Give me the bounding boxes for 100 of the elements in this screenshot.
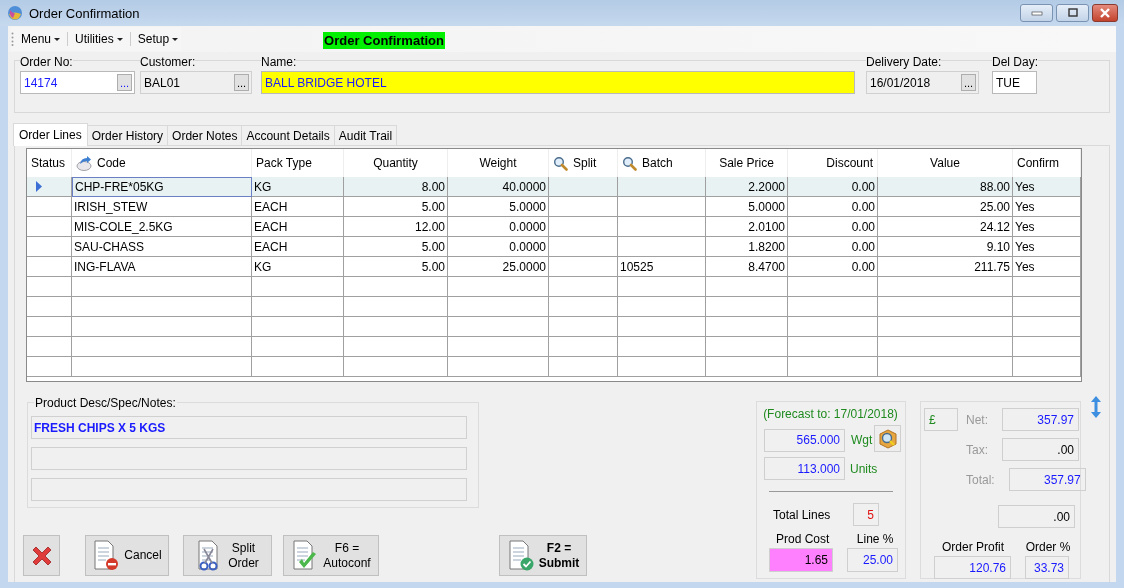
table-cell: 9.10	[878, 237, 1013, 257]
order-percent-field: 33.73	[1025, 556, 1069, 579]
document-icon	[506, 539, 535, 572]
total-label: Total:	[966, 472, 995, 487]
notes-field[interactable]	[31, 447, 467, 470]
input-field[interactable]: BALL BRIDGE HOTEL	[261, 71, 855, 94]
search-icon	[622, 155, 637, 171]
table-cell: 5.00	[344, 257, 448, 277]
weight-field: 565.000	[764, 428, 845, 452]
input-field[interactable]: TUE	[992, 71, 1037, 94]
total-lines-label: Total Lines	[773, 507, 832, 522]
table-cell	[549, 357, 618, 377]
browse-button[interactable]: ...	[117, 74, 132, 91]
table-cell: 0.00	[788, 197, 878, 217]
table-cell: 40.0000	[448, 177, 549, 197]
table-cell: CHP-FRE*05KG	[72, 177, 252, 197]
table-cell	[1013, 357, 1081, 377]
grip-icon	[11, 32, 14, 46]
table-cell: EACH	[252, 217, 344, 237]
extra-total-field: .00	[998, 505, 1075, 528]
tax-label: Tax:	[966, 442, 988, 457]
table-cell: Yes	[1013, 237, 1081, 257]
field-label: Del Day:	[992, 55, 1038, 70]
table-cell: 10525	[618, 257, 706, 277]
table-cell: 8.00	[344, 177, 448, 197]
table-cell	[549, 237, 618, 257]
table-cell: 25.00	[878, 197, 1013, 217]
table-cell: Yes	[1013, 217, 1081, 237]
table-cell: ING-FLAVA	[72, 257, 252, 277]
table-cell: 2.0100	[706, 217, 788, 237]
notes-field[interactable]	[31, 478, 467, 501]
table-cell: SAU-CHASS	[72, 237, 252, 257]
table-cell: 2.2000	[706, 177, 788, 197]
tab[interactable]: Order Lines	[13, 123, 88, 146]
table-cell: 88.00	[878, 177, 1013, 197]
order-percent-label: Order %	[1025, 540, 1071, 554]
close-button[interactable]	[1092, 4, 1118, 22]
menu-item[interactable]: Setup	[134, 32, 182, 46]
forecast-caption: (Forecast to: 17/01/2018)	[762, 407, 899, 421]
table-cell: 25.0000	[448, 257, 549, 277]
table-cell: 5.0000	[448, 197, 549, 217]
table-cell: 5.00	[344, 197, 448, 217]
menu-item[interactable]: Menu	[18, 32, 64, 46]
tab[interactable]: Audit Trail	[333, 125, 398, 145]
table-cell: 24.12	[878, 217, 1013, 237]
currency-field: £	[924, 408, 958, 431]
table-cell	[549, 277, 618, 297]
field-label: Delivery Date:	[866, 55, 942, 70]
total-lines-field: 5	[853, 503, 879, 526]
close-icon	[1099, 8, 1111, 18]
refresh-arrow-icon	[76, 155, 92, 171]
browse-button[interactable]: ...	[234, 74, 249, 91]
split-button[interactable]: Split Order	[183, 535, 272, 576]
input-field[interactable]: 16/01/2018 ...	[866, 71, 979, 94]
notes-field[interactable]: FRESH CHIPS X 5 KGS	[31, 416, 467, 439]
table-cell: 5.0000	[706, 197, 788, 217]
line-percent-field: 25.00	[847, 548, 898, 572]
input-field[interactable]: BAL01 ...	[140, 71, 252, 94]
app-logo-icon	[7, 5, 23, 21]
order-profit-label: Order Profit	[941, 540, 1005, 554]
minimize-button[interactable]	[1020, 4, 1053, 22]
table-cell: 211.75	[878, 257, 1013, 277]
table-cell	[1013, 317, 1081, 337]
table-cell: 0.00	[788, 237, 878, 257]
cancel-button[interactable]: Cancel	[85, 535, 169, 576]
window-title: Order Confirmation	[29, 5, 140, 21]
prod-cost-label: Prod Cost	[775, 532, 831, 546]
maximize-button[interactable]	[1056, 4, 1089, 22]
table-cell	[549, 177, 618, 197]
group-label: Product Desc/Spec/Notes:	[34, 396, 177, 410]
table-cell: KG	[252, 257, 344, 277]
search-icon	[553, 155, 568, 171]
document-icon	[92, 539, 121, 572]
input-field[interactable]: 14174 ...	[20, 71, 135, 94]
browse-button[interactable]: ...	[961, 74, 976, 91]
table-cell: 8.4700	[706, 257, 788, 277]
net-label: Net:	[966, 412, 988, 427]
table-cell	[27, 357, 72, 377]
table-cell	[549, 197, 618, 217]
resize-arrow-icon[interactable]	[1091, 396, 1101, 418]
table-cell	[27, 297, 72, 317]
forecast-search-button[interactable]	[874, 425, 901, 452]
delete-button[interactable]	[23, 535, 60, 576]
table-cell	[549, 317, 618, 337]
table-cell	[549, 257, 618, 277]
table-cell	[549, 217, 618, 237]
table-cell	[549, 297, 618, 317]
total-field: 357.97	[1008, 468, 1086, 491]
table-cell: 5.00	[344, 237, 448, 257]
table-cell: 0.00	[788, 217, 878, 237]
table-cell: IRISH_STEW	[72, 197, 252, 217]
submit-button[interactable]: F2 = Submit	[499, 535, 587, 576]
menu-item[interactable]: Utilities	[72, 32, 126, 46]
line-percent-label: Line %	[855, 532, 895, 546]
table-cell: Yes	[1013, 257, 1081, 277]
form-banner: Order Confirmation	[323, 31, 445, 49]
autoconf-button[interactable]: F6 = Autoconf	[283, 535, 379, 576]
table-cell: EACH	[252, 197, 344, 217]
table-cell: 12.00	[344, 217, 448, 237]
tab[interactable]: Order History	[86, 125, 169, 145]
